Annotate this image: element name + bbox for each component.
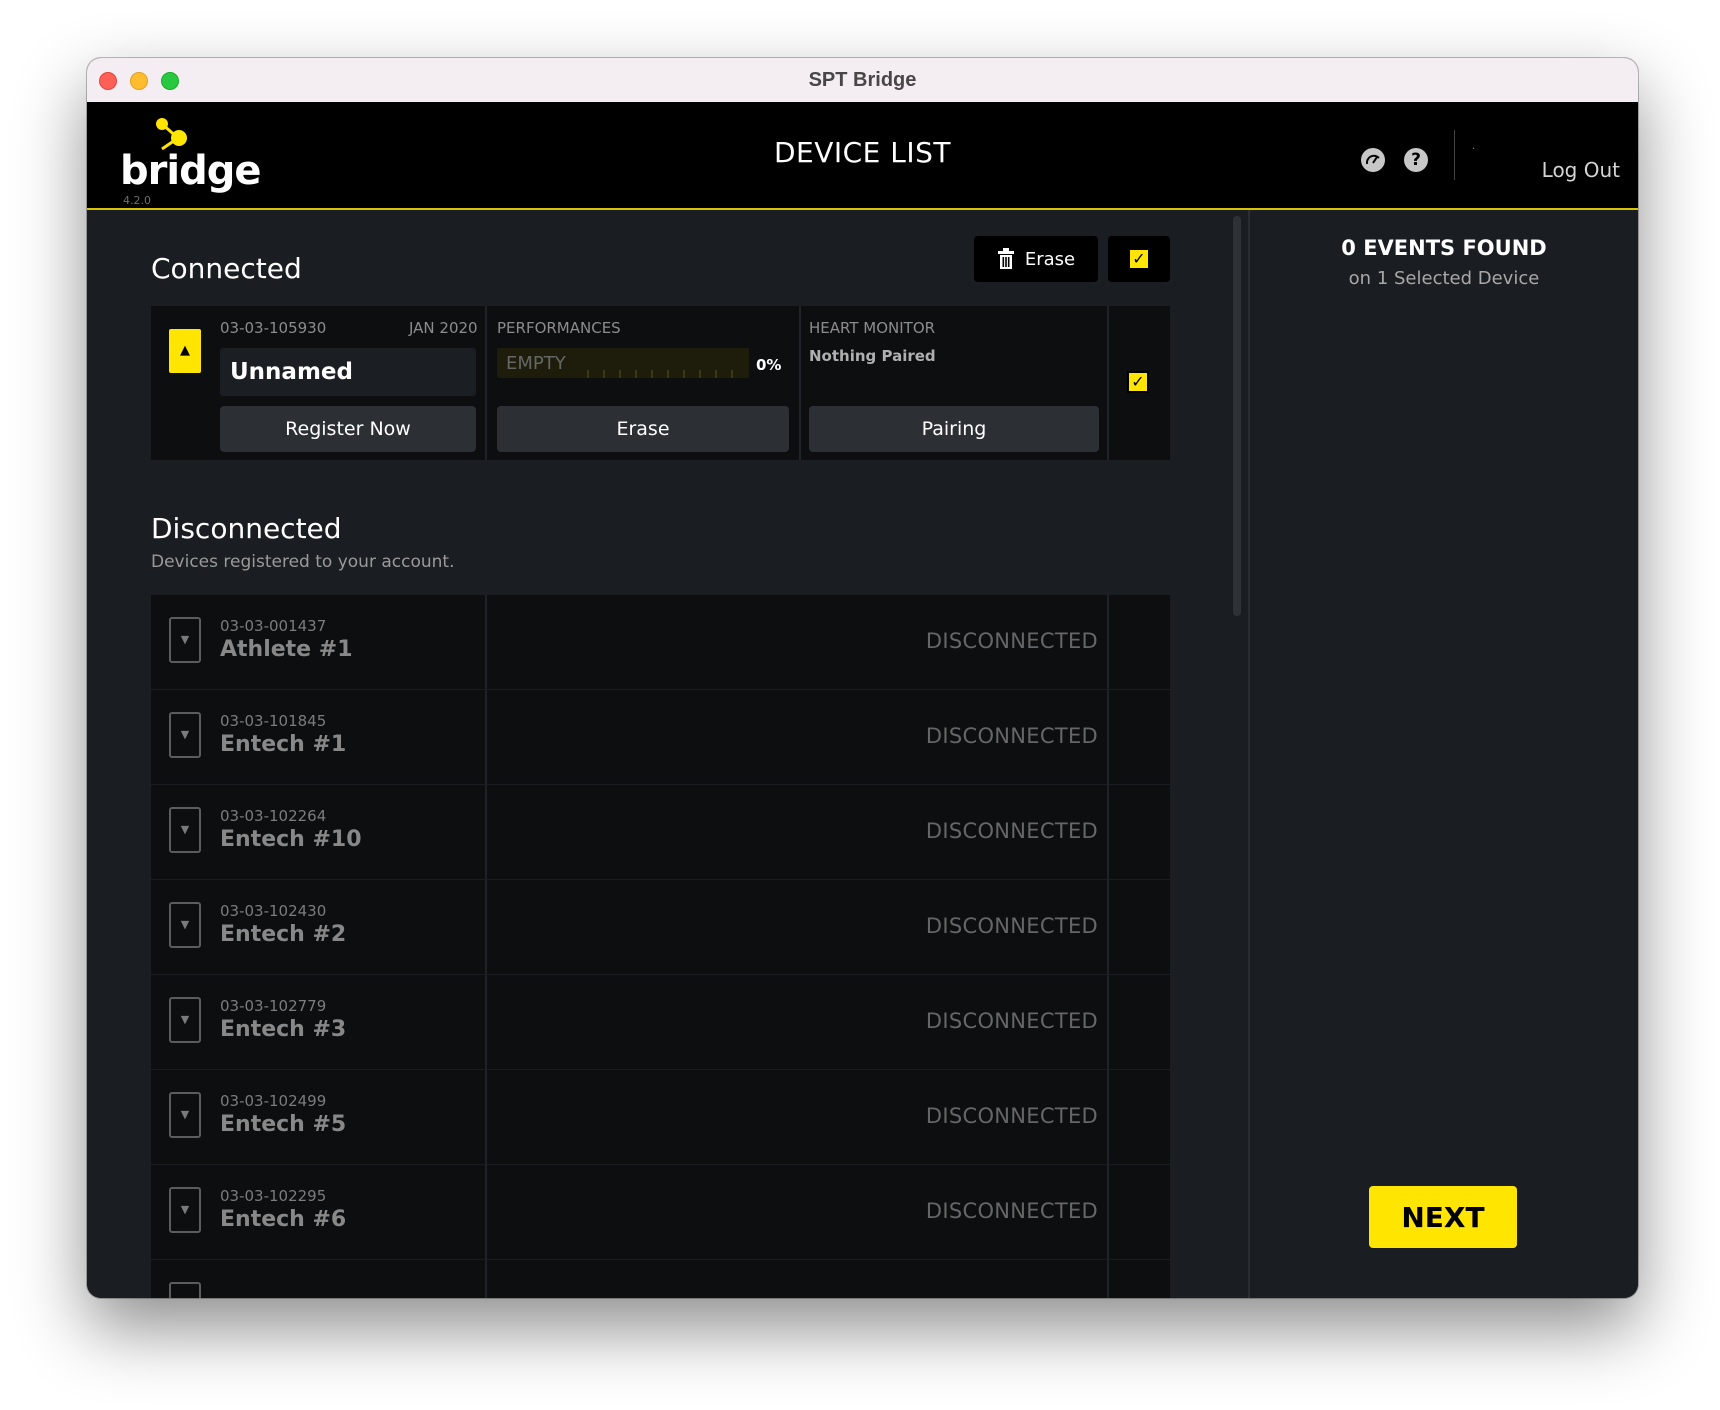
column-divider [1107, 1165, 1109, 1259]
header-divider [1454, 130, 1455, 180]
heart-monitor-label: HEART MONITOR [809, 319, 936, 337]
performances-percent: 0% [756, 356, 782, 374]
app-header: bridge 4.2.0 DEVICE LIST ? · Log Out [87, 102, 1638, 210]
column-divider [799, 306, 801, 460]
device-id: 03-03-102264 [220, 807, 327, 825]
column-divider [485, 975, 487, 1069]
device-id: 03-03-102499 [220, 1092, 327, 1110]
list-item[interactable]: ▼ 03-03-102264 Entech #10 DISCONNECTED [151, 785, 1170, 881]
device-name: Entech #2 [220, 922, 347, 947]
events-panel: 0 EVENTS FOUND on 1 Selected Device NEXT [1250, 210, 1638, 1298]
device-name: Entech #6 [220, 1207, 347, 1232]
heart-monitor-value: Nothing Paired [809, 347, 936, 365]
device-status: DISCONNECTED [925, 1199, 1098, 1223]
column-divider [485, 306, 487, 460]
list-item[interactable]: ▼ 03-03-102295 Entech #6 DISCONNECTED [151, 1165, 1170, 1261]
device-select-checkbox[interactable]: ✓ [1127, 371, 1149, 393]
scrollbar[interactable] [1233, 216, 1241, 616]
pairing-button[interactable]: Pairing [809, 406, 1099, 452]
expand-device-button[interactable]: ▼ [169, 902, 201, 948]
erase-selected-button[interactable]: Erase [974, 236, 1098, 282]
column-divider [1107, 306, 1109, 460]
app-version: 4.2.0 [123, 194, 151, 207]
device-id: 03-03-001437 [220, 617, 327, 635]
column-divider [1107, 690, 1109, 784]
device-status: DISCONNECTED [925, 1009, 1098, 1033]
erase-device-button[interactable]: Erase [497, 406, 789, 452]
events-found-title: 0 EVENTS FOUND [1341, 236, 1547, 260]
trash-icon [997, 248, 1014, 269]
header-dot: · [1472, 144, 1476, 155]
column-divider [485, 690, 487, 784]
column-divider [485, 880, 487, 974]
checkmark-icon: ✓ [1128, 248, 1150, 270]
list-item[interactable]: ▼ 03-03-001437 Athlete #1 DISCONNECTED [151, 595, 1170, 691]
window-title: SPT Bridge [808, 69, 917, 91]
performances-ticks [587, 370, 741, 378]
device-id: 03-03-101845 [220, 712, 327, 730]
gauge-icon[interactable] [1361, 148, 1385, 172]
collapse-device-button[interactable]: ▲ [169, 329, 201, 373]
device-name-field[interactable]: Unnamed [220, 348, 476, 396]
disconnected-device-list: ▼ 03-03-001437 Athlete #1 DISCONNECTED ▼… [151, 595, 1170, 1298]
list-item-partial[interactable]: ▼ [151, 1260, 1170, 1298]
expand-device-button[interactable]: ▼ [169, 617, 201, 663]
column-divider [1107, 785, 1109, 879]
device-status: DISCONNECTED [925, 629, 1098, 653]
expand-device-button[interactable]: ▼ [169, 712, 201, 758]
device-id: 03-03-102295 [220, 1187, 327, 1205]
register-now-button[interactable]: Register Now [220, 406, 476, 452]
list-item[interactable]: ▼ 03-03-101845 Entech #1 DISCONNECTED [151, 690, 1170, 786]
device-name: Entech #3 [220, 1017, 347, 1042]
help-icon[interactable]: ? [1404, 148, 1428, 172]
column-divider [485, 595, 487, 689]
column-divider [485, 1165, 487, 1259]
device-id: 03-03-102430 [220, 902, 327, 920]
device-id: 03-03-105930 [220, 319, 327, 337]
expand-device-button[interactable]: ▼ [169, 1092, 201, 1138]
device-list-panel: Connected Erase ✓ ▲ 03-03-105930 JAN 202… [87, 210, 1248, 1298]
connected-device-card: ▲ 03-03-105930 JAN 2020 Unnamed Register… [151, 306, 1170, 460]
column-divider [485, 1070, 487, 1164]
device-name: Entech #10 [220, 827, 362, 852]
device-date: JAN 2020 [409, 319, 478, 337]
next-button[interactable]: NEXT [1369, 1186, 1517, 1248]
events-found-subtitle: on 1 Selected Device [1348, 268, 1540, 289]
column-divider [1107, 595, 1109, 689]
device-status: DISCONNECTED [925, 1104, 1098, 1128]
column-divider [485, 1260, 487, 1298]
column-divider [1107, 975, 1109, 1069]
app-window: SPT Bridge bridge 4.2.0 DEVICE LIST ? · … [87, 58, 1638, 1298]
logout-link[interactable]: Log Out [1542, 158, 1620, 182]
performances-bar: EMPTY [497, 348, 749, 378]
device-name: Entech #1 [220, 732, 347, 757]
disconnected-subtitle: Devices registered to your account. [151, 552, 455, 572]
performances-value: EMPTY [506, 353, 566, 374]
device-status: DISCONNECTED [925, 724, 1098, 748]
list-item[interactable]: ▼ 03-03-102779 Entech #3 DISCONNECTED [151, 975, 1170, 1071]
expand-device-button[interactable]: ▼ [169, 1282, 201, 1298]
column-divider [1107, 1070, 1109, 1164]
column-divider [1107, 880, 1109, 974]
device-id: 03-03-102779 [220, 997, 327, 1015]
erase-selected-label: Erase [1024, 248, 1076, 270]
performances-label: PERFORMANCES [497, 319, 621, 337]
expand-device-button[interactable]: ▼ [169, 997, 201, 1043]
title-bar: SPT Bridge [87, 58, 1638, 103]
column-divider [1107, 1260, 1109, 1298]
device-name: Entech #5 [220, 1112, 347, 1137]
device-status: DISCONNECTED [925, 914, 1098, 938]
select-all-checkbox[interactable]: ✓ [1108, 236, 1170, 282]
column-divider [485, 785, 487, 879]
list-item[interactable]: ▼ 03-03-102499 Entech #5 DISCONNECTED [151, 1070, 1170, 1166]
disconnected-title: Disconnected [151, 512, 342, 545]
device-name: Athlete #1 [220, 637, 353, 662]
expand-device-button[interactable]: ▼ [169, 807, 201, 853]
expand-device-button[interactable]: ▼ [169, 1187, 201, 1233]
connected-title: Connected [151, 252, 302, 285]
list-item[interactable]: ▼ 03-03-102430 Entech #2 DISCONNECTED [151, 880, 1170, 976]
device-status: DISCONNECTED [925, 819, 1098, 843]
